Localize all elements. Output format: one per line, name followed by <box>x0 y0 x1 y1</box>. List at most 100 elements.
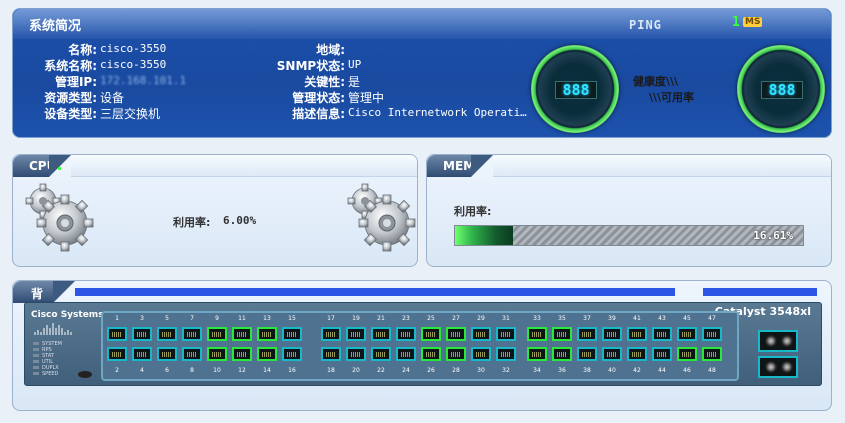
info-label: 系统名称: <box>44 59 97 73</box>
ethernet-port[interactable] <box>421 327 441 341</box>
port-number: 44 <box>658 367 666 374</box>
ethernet-port[interactable] <box>527 327 547 341</box>
led-label: SPEED <box>42 371 59 377</box>
mem-panel: MEM 利用率: 16.61% <box>426 154 832 267</box>
ethernet-port[interactable] <box>496 327 516 341</box>
port-number: 4 <box>140 367 144 374</box>
ethernet-port[interactable] <box>677 347 697 361</box>
port-number: 45 <box>683 315 691 322</box>
ethernet-port[interactable] <box>346 347 366 361</box>
ethernet-port[interactable] <box>282 347 302 361</box>
ethernet-port[interactable] <box>182 347 202 361</box>
ethernet-port[interactable] <box>396 347 416 361</box>
ethernet-port[interactable] <box>602 327 622 341</box>
port-number: 48 <box>708 367 716 374</box>
ethernet-port[interactable] <box>321 347 341 361</box>
ethernet-port[interactable] <box>627 327 647 341</box>
ethernet-port[interactable] <box>157 347 177 361</box>
mem-usage-fill <box>455 226 513 245</box>
port-number: 28 <box>452 367 460 374</box>
port-number: 1 <box>115 315 119 322</box>
port-number: 30 <box>477 367 485 374</box>
info-value: 是 <box>348 75 361 89</box>
switch-chassis[interactable]: Cisco Systems SYSTEM RPS STAT UTIL DUPLX SPEE… <box>24 302 822 386</box>
ethernet-port[interactable] <box>702 327 722 341</box>
port-number: 18 <box>327 367 335 374</box>
backplane-title: 背板 <box>31 287 44 318</box>
info-label: SNMP状态: <box>276 59 345 73</box>
ethernet-port[interactable] <box>627 347 647 361</box>
cpu-header-strip <box>71 155 417 177</box>
ping-value: 1 <box>732 15 740 30</box>
backplane-tab-header: 背板 <box>13 281 75 318</box>
port-number: 16 <box>288 367 296 374</box>
ethernet-port[interactable] <box>496 347 516 361</box>
ethernet-port[interactable] <box>652 347 672 361</box>
port-number: 29 <box>477 315 485 322</box>
led-indicator <box>33 372 39 375</box>
port-number: 13 <box>263 315 271 322</box>
ethernet-port[interactable] <box>446 347 466 361</box>
ethernet-port[interactable] <box>702 347 722 361</box>
info-value: 管理中 <box>348 91 385 105</box>
health-gauge-label: 健康度\\\ <box>633 75 679 88</box>
gear-icon <box>25 183 94 252</box>
port-number: 8 <box>190 367 194 374</box>
ethernet-port[interactable] <box>471 327 491 341</box>
cisco-brand: Cisco Systems <box>31 310 104 320</box>
availability-gauge: 888 <box>737 45 825 133</box>
ethernet-port[interactable] <box>282 327 302 341</box>
port-number: 27 <box>452 315 460 322</box>
ethernet-port[interactable] <box>552 347 572 361</box>
ethernet-port[interactable] <box>182 327 202 341</box>
ethernet-port[interactable] <box>552 327 572 341</box>
port-number: 43 <box>658 315 666 322</box>
ethernet-port[interactable] <box>471 347 491 361</box>
ethernet-port[interactable] <box>421 347 441 361</box>
port-number: 33 <box>533 315 541 322</box>
mem-tab-header: MEM <box>427 155 493 177</box>
ethernet-port[interactable] <box>232 347 252 361</box>
ethernet-port[interactable] <box>232 327 252 341</box>
ethernet-port[interactable] <box>132 347 152 361</box>
ethernet-port[interactable] <box>677 327 697 341</box>
port-number: 39 <box>608 315 616 322</box>
ethernet-port[interactable] <box>652 327 672 341</box>
ethernet-port[interactable] <box>527 347 547 361</box>
summary-title: 系统简况 <box>29 19 82 34</box>
ethernet-port[interactable] <box>207 327 227 341</box>
ethernet-port[interactable] <box>577 327 597 341</box>
health-gauge-digits: 888 <box>555 81 597 99</box>
ethernet-port[interactable] <box>207 347 227 361</box>
mode-button[interactable] <box>78 371 92 378</box>
ethernet-port[interactable] <box>157 327 177 341</box>
ethernet-port[interactable] <box>396 327 416 341</box>
port-number: 37 <box>583 315 591 322</box>
uplink-port-1[interactable] <box>758 330 798 352</box>
ethernet-port[interactable] <box>577 347 597 361</box>
ethernet-port[interactable] <box>132 327 152 341</box>
ethernet-port[interactable] <box>371 327 391 341</box>
ethernet-port[interactable] <box>371 347 391 361</box>
ethernet-port[interactable] <box>107 327 127 341</box>
info-value: Cisco Internetwork Operati… <box>348 106 527 119</box>
ethernet-port[interactable] <box>446 327 466 341</box>
port-number: 9 <box>215 315 219 322</box>
ethernet-port[interactable] <box>107 347 127 361</box>
info-value: UP <box>348 58 362 71</box>
ethernet-port[interactable] <box>257 327 277 341</box>
mem-usage-label: 利用率: <box>454 205 492 218</box>
port-number: 23 <box>402 315 410 322</box>
info-label: 资源类型: <box>44 91 97 105</box>
ethernet-port[interactable] <box>257 347 277 361</box>
uplink-port-2[interactable] <box>758 356 798 378</box>
ethernet-port[interactable] <box>346 327 366 341</box>
mem-usage-bar: 16.61% <box>454 225 804 246</box>
port-number: 42 <box>633 367 641 374</box>
cpu-tab-header: CPU <box>13 155 71 177</box>
ethernet-port[interactable] <box>602 347 622 361</box>
port-number: 24 <box>402 367 410 374</box>
ethernet-port[interactable] <box>321 327 341 341</box>
availability-gauge-digits: 888 <box>761 81 803 99</box>
port-number: 40 <box>608 367 616 374</box>
